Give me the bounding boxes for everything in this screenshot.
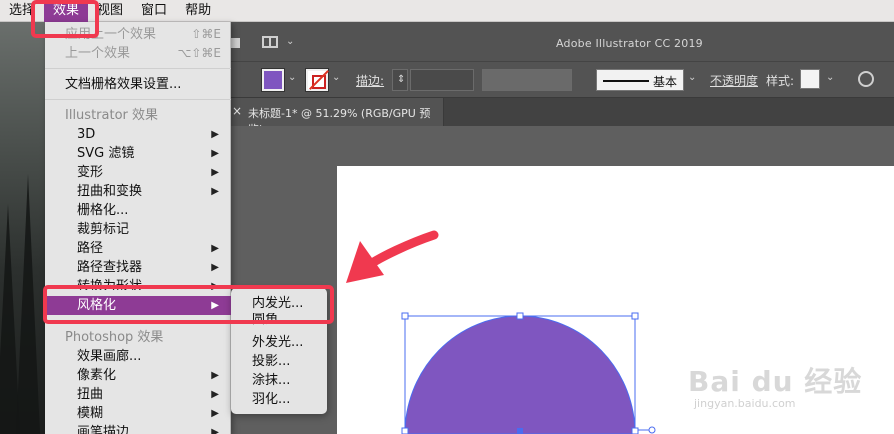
- menu-item-distort[interactable]: 扭曲 ▶: [45, 385, 231, 404]
- brush-definition-value: 基本: [653, 75, 678, 89]
- arrange-documents-icon[interactable]: [262, 36, 278, 48]
- annotation-arrow-icon: [346, 230, 439, 283]
- center-point: [517, 428, 523, 434]
- baidu-watermark-url: jingyan.baidu.com: [694, 397, 796, 410]
- menu-item-label: 变形: [77, 165, 104, 180]
- menu-item-pathfinder[interactable]: 路径查找器 ▶: [45, 258, 231, 277]
- submenu-arrow-icon: ▶: [211, 370, 219, 381]
- menu-item-pixelate[interactable]: 像素化 ▶: [45, 366, 231, 385]
- menu-item-blur[interactable]: 模糊 ▶: [45, 404, 231, 423]
- menu-header-illustrator-effects: Illustrator 效果: [65, 108, 159, 123]
- chevron-down-icon[interactable]: ⌄: [286, 36, 294, 47]
- menu-item-svg-filters[interactable]: SVG 滤镜 ▶: [45, 144, 231, 163]
- app-title: Adobe Illustrator CC 2019: [556, 37, 703, 50]
- brush-dropdown-icon[interactable]: ⌄: [688, 72, 696, 83]
- style-dropdown-icon[interactable]: ⌄: [826, 72, 834, 83]
- shortcut-label: ⌥⇧⌘E: [177, 46, 221, 60]
- submenu-item-scribble[interactable]: 涂抹...: [231, 371, 327, 390]
- brush-line-preview: [603, 80, 649, 82]
- effect-menu: 应用上一个效果 ⇧⌘E 上一个效果 ⌥⇧⌘E 文档栅格效果设置... Illus…: [45, 22, 231, 434]
- stroke-weight-stepper[interactable]: ⇕: [392, 69, 408, 91]
- submenu-item-feather[interactable]: 羽化...: [231, 390, 327, 409]
- selection-handle[interactable]: [631, 427, 639, 434]
- submenu-arrow-icon: ▶: [211, 262, 219, 273]
- control-bar: ⌄ ⌄ 描边: ⇕ 基本 ⌄ 不透明度 样式: ⌄: [230, 62, 894, 98]
- submenu-arrow-icon: ▶: [211, 408, 219, 419]
- menu-item-label: 效果画廊...: [77, 349, 142, 364]
- menu-item-label: 上一个效果: [65, 46, 131, 61]
- menu-help[interactable]: 帮助: [176, 0, 220, 22]
- stroke-color-swatch[interactable]: [305, 68, 329, 92]
- variable-width-profile[interactable]: [482, 69, 572, 91]
- opacity-label[interactable]: 不透明度: [710, 72, 758, 89]
- stroke-weight-input[interactable]: [410, 69, 474, 91]
- menu-item-label: 路径: [77, 241, 104, 256]
- rotate-widget-handle[interactable]: [648, 426, 656, 434]
- menu-item-label: SVG 滤镜: [77, 146, 135, 161]
- menu-item-label: 裁剪标记: [77, 222, 130, 237]
- stroke-dropdown-icon[interactable]: ⌄: [332, 72, 340, 83]
- selection-handle[interactable]: [516, 312, 524, 320]
- menu-bar: 选择 效果 视图 窗口 帮助: [0, 0, 894, 22]
- desktop-background: [0, 22, 45, 434]
- menu-item-rasterize[interactable]: 栅格化...: [45, 201, 231, 220]
- submenu-arrow-icon: ▶: [211, 129, 219, 140]
- submenu-arrow-icon: ▶: [211, 427, 219, 434]
- submenu-item-drop-shadow[interactable]: 投影...: [231, 352, 327, 371]
- menu-item-label: 扭曲和变换: [77, 184, 143, 199]
- menu-window[interactable]: 窗口: [132, 0, 176, 22]
- menu-item-raster-effects-settings[interactable]: 文档栅格效果设置...: [45, 75, 231, 94]
- annotation-box-effect-menu: [31, 0, 99, 38]
- selection-handle[interactable]: [401, 427, 409, 434]
- menu-item-label: 栅格化...: [77, 203, 129, 218]
- document-tab-bar: × 未标题-1* @ 51.29% (RGB/GPU 预览): [230, 98, 894, 136]
- menu-item-distort-transform[interactable]: 扭曲和变换 ▶: [45, 182, 231, 201]
- close-tab-icon[interactable]: ×: [232, 104, 242, 118]
- submenu-arrow-icon: ▶: [211, 389, 219, 400]
- semicircle-shape[interactable]: [404, 315, 636, 434]
- shortcut-label: ⇧⌘E: [191, 27, 221, 41]
- menu-item-label: 模糊: [77, 406, 104, 421]
- menu-item-label: 像素化: [77, 368, 117, 383]
- fill-dropdown-icon[interactable]: ⌄: [288, 72, 296, 83]
- style-label: 样式:: [766, 74, 795, 88]
- selection-handle[interactable]: [401, 312, 409, 320]
- menu-item-warp[interactable]: 变形 ▶: [45, 163, 231, 182]
- menu-item-path[interactable]: 路径 ▶: [45, 239, 231, 258]
- baidu-watermark: Bai du 经验: [688, 365, 863, 398]
- selection-handle[interactable]: [631, 312, 639, 320]
- annotation-box-stylize-inner-glow: [43, 285, 334, 324]
- recolor-artwork-icon[interactable]: [858, 71, 874, 87]
- submenu-arrow-icon: ▶: [211, 186, 219, 197]
- menu-separator: [45, 68, 231, 69]
- document-tab[interactable]: × 未标题-1* @ 51.29% (RGB/GPU 预览): [230, 98, 444, 136]
- app-title-bar: ⌄ Adobe Illustrator CC 2019: [230, 22, 894, 62]
- tree-silhouette: [16, 174, 40, 434]
- menu-item-effect-gallery[interactable]: 效果画廊...: [45, 347, 231, 366]
- menu-item-last-effect[interactable]: 上一个效果 ⌥⇧⌘E: [45, 44, 231, 63]
- menu-item-label: 画笔描边: [77, 425, 130, 434]
- menu-item-label: 路径查找器: [77, 260, 143, 275]
- submenu-arrow-icon: ▶: [211, 243, 219, 254]
- home-icon[interactable]: [230, 38, 240, 48]
- brush-definition-dropdown[interactable]: 基本: [596, 69, 684, 91]
- menu-header-photoshop-effects: Photoshop 效果: [65, 330, 164, 345]
- submenu-item-outer-glow[interactable]: 外发光...: [231, 333, 327, 352]
- submenu-arrow-icon: ▶: [211, 148, 219, 159]
- graphic-style-swatch[interactable]: [800, 69, 820, 89]
- menu-item-label: 扭曲: [77, 387, 104, 402]
- submenu-arrow-icon: ▶: [211, 167, 219, 178]
- fill-color-swatch[interactable]: [261, 68, 285, 92]
- menu-separator: [45, 99, 231, 100]
- menu-item-crop-marks[interactable]: 裁剪标记: [45, 220, 231, 239]
- stroke-weight-label[interactable]: 描边:: [356, 72, 384, 89]
- menu-item-label: 3D: [77, 127, 96, 142]
- menu-item-3d[interactable]: 3D ▶: [45, 125, 231, 144]
- menu-item-brush-strokes[interactable]: 画笔描边 ▶: [45, 423, 231, 434]
